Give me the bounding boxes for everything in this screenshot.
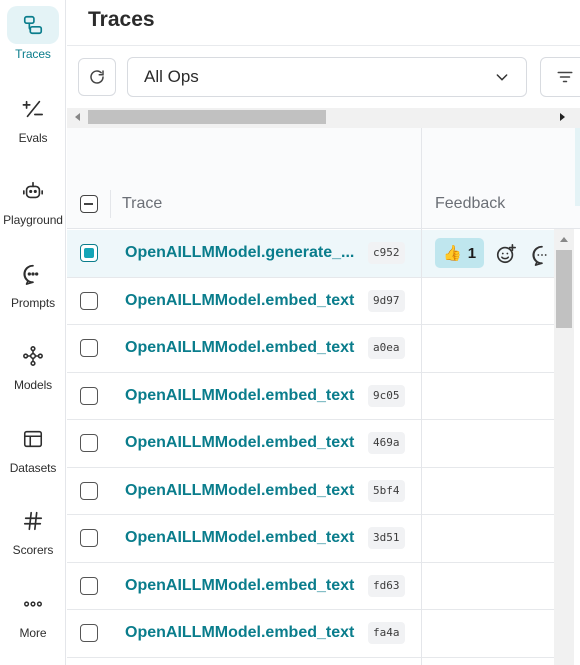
thumbs-up-icon: 👍 <box>443 245 462 262</box>
sidebar-item-traces[interactable]: Traces <box>0 6 66 61</box>
scroll-left-arrow-icon[interactable] <box>75 113 80 121</box>
table-row[interactable]: OpenAILLMModel.embed_text a0ea <box>67 325 555 373</box>
table-row[interactable]: OpenAILLMModel.embed_text fa4a <box>67 610 555 658</box>
filter-button[interactable] <box>540 57 580 97</box>
table-row[interactable]: OpenAILLMModel.embed_text 469a <box>67 420 555 468</box>
row-checkbox[interactable] <box>80 624 98 642</box>
table-row[interactable]: OpenAILLMModel.embed_text 5bf4 <box>67 467 555 515</box>
sidebar-item-label: Prompts <box>11 296 55 310</box>
trace-id-badge: 9d97 <box>368 289 405 312</box>
feedback-reaction-chip[interactable]: 👍 1 <box>435 238 485 268</box>
table-row[interactable]: OpenAILLMModel.embed_text 9d97 <box>67 277 555 325</box>
sidebar: Traces Evals Playground Prompts Models D… <box>0 0 66 665</box>
sidebar-item-label: Scorers <box>12 543 54 557</box>
trace-id-badge: 9c05 <box>368 384 405 407</box>
sidebar-item-playground[interactable]: Playground <box>0 172 66 227</box>
horizontal-scrollbar[interactable] <box>67 108 580 128</box>
horizontal-scroll-thumb[interactable] <box>88 110 326 124</box>
sidebar-item-evals[interactable]: Evals <box>0 90 66 145</box>
row-checkbox[interactable] <box>80 576 98 595</box>
sidebar-item-label: Evals <box>18 131 48 145</box>
select-all-checkbox[interactable] <box>80 195 98 213</box>
trace-name-link[interactable]: OpenAILLMModel.generate_... <box>125 244 354 262</box>
more-icon <box>7 585 59 623</box>
vertical-scroll-thumb[interactable] <box>556 250 572 328</box>
scroll-right-arrow-icon[interactable] <box>560 113 565 121</box>
trace-id-badge: 3d51 <box>368 527 405 549</box>
row-checkbox[interactable] <box>80 386 98 405</box>
row-checkbox[interactable] <box>80 291 98 310</box>
refresh-icon <box>90 70 104 84</box>
sidebar-item-prompts[interactable]: Prompts <box>0 255 66 310</box>
ops-select[interactable]: All Ops <box>127 57 527 97</box>
trace-id-badge: fd63 <box>368 574 405 597</box>
sidebar-item-label: Models <box>13 378 53 392</box>
scorers-icon <box>7 502 59 540</box>
trace-id-badge: 469a <box>368 432 405 454</box>
trace-name-link[interactable]: OpenAILLMModel.embed_text <box>125 624 354 642</box>
trace-name-link[interactable]: OpenAILLMModel.embed_text <box>125 339 354 357</box>
sidebar-item-more[interactable]: More <box>0 585 66 640</box>
models-icon <box>7 337 59 375</box>
table-row[interactable]: OpenAILLMModel.embed_text fd63 <box>67 562 555 610</box>
playground-icon <box>7 172 59 210</box>
trace-id-badge: fa4a <box>368 622 405 644</box>
column-divider <box>110 190 111 218</box>
trace-id-badge: c952 <box>368 242 405 264</box>
page-title: Traces <box>88 8 155 31</box>
evals-icon <box>7 90 59 128</box>
datasets-icon <box>7 420 59 458</box>
vertical-scrollbar[interactable] <box>554 229 574 665</box>
sidebar-item-label: Datasets <box>9 461 57 475</box>
trace-name-link[interactable]: OpenAILLMModel.embed_text <box>125 434 354 452</box>
trace-id-badge: a0ea <box>368 337 405 359</box>
row-checkbox[interactable] <box>80 244 98 262</box>
header-divider <box>67 45 580 46</box>
row-checkbox[interactable] <box>80 339 98 357</box>
refresh-button[interactable] <box>78 58 116 96</box>
row-checkbox[interactable] <box>80 434 98 452</box>
sidebar-item-label: Traces <box>15 47 51 61</box>
side-panel-edge <box>575 128 580 206</box>
trace-id-badge: 5bf4 <box>368 479 405 502</box>
trace-name-link[interactable]: OpenAILLMModel.embed_text <box>125 577 354 595</box>
column-header-trace[interactable]: Trace <box>122 195 162 213</box>
table-row[interactable]: OpenAILLMModel.embed_text 9c05 <box>67 372 555 420</box>
table-row[interactable]: OpenAILLMModel.generate_... c952 👍 1 <box>67 230 555 278</box>
scroll-up-arrow-icon[interactable] <box>560 237 568 242</box>
column-header-feedback[interactable]: Feedback <box>435 195 505 213</box>
sidebar-item-label: Playground <box>3 213 63 227</box>
sidebar-item-scorers[interactable]: Scorers <box>0 502 66 557</box>
prompts-icon <box>7 255 59 293</box>
traces-icon <box>7 6 59 44</box>
sidebar-item-label: More <box>19 626 47 640</box>
trace-name-link[interactable]: OpenAILLMModel.embed_text <box>125 292 354 310</box>
table-row[interactable]: OpenAILLMModel.embed_text 3d51 <box>67 515 555 563</box>
chevron-down-icon <box>496 74 508 81</box>
add-reaction-icon[interactable] <box>495 243 517 265</box>
filter-icon <box>557 71 573 83</box>
trace-name-link[interactable]: OpenAILLMModel.embed_text <box>125 482 354 500</box>
table-header <box>67 128 580 229</box>
column-divider <box>421 128 422 665</box>
comment-icon[interactable] <box>531 244 553 266</box>
row-checkbox[interactable] <box>80 481 98 500</box>
row-checkbox[interactable] <box>80 529 98 547</box>
sidebar-item-datasets[interactable]: Datasets <box>0 420 66 475</box>
ops-select-value: All Ops <box>144 67 199 86</box>
trace-name-link[interactable]: OpenAILLMModel.embed_text <box>125 529 354 547</box>
sidebar-item-models[interactable]: Models <box>0 337 66 392</box>
trace-name-link[interactable]: OpenAILLMModel.embed_text <box>125 387 354 405</box>
feedback-count: 1 <box>467 244 477 262</box>
